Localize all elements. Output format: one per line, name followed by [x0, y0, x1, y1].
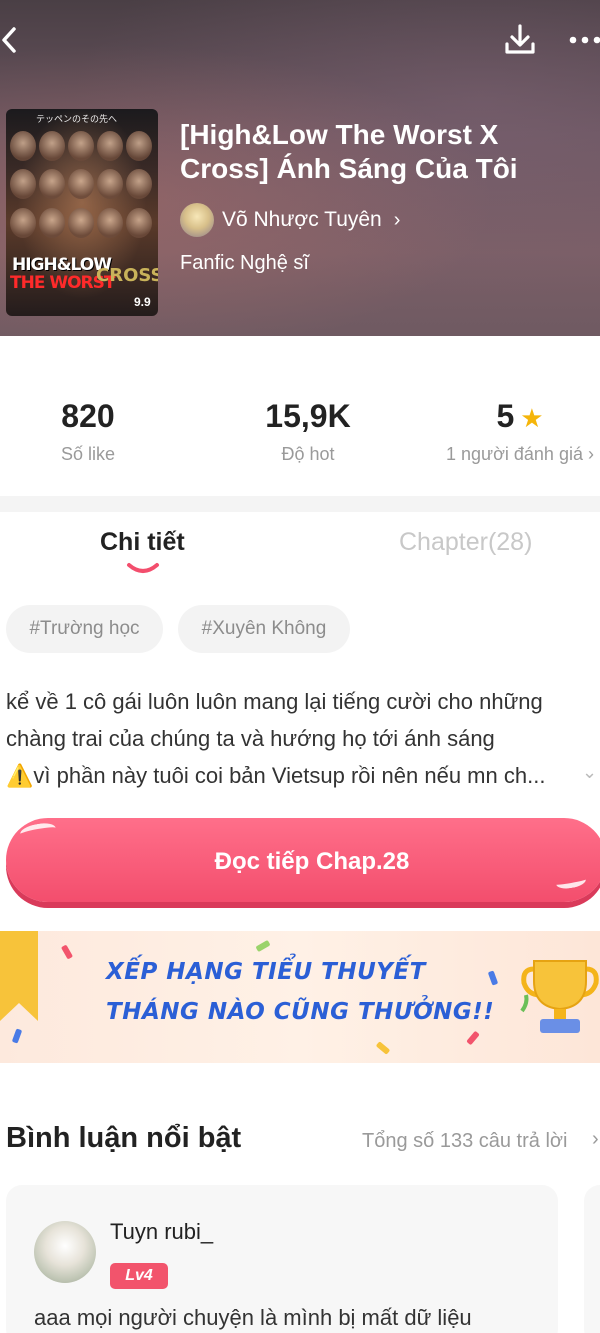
book-header: テッペンのその先へ HIGH&LOW THE WORST CROSS 9.9 [… [0, 0, 600, 336]
expand-chevron-icon[interactable]: ⌄ [582, 762, 597, 783]
commenter-avatar[interactable] [34, 1221, 96, 1283]
comment-text: aaa mọi người chuyện là mình bị mất dữ l… [34, 1305, 472, 1330]
tag-chip[interactable]: #Xuyên Không [178, 605, 350, 653]
tab-active-indicator [127, 563, 159, 573]
stat-rating-value: 5 [496, 398, 515, 434]
stat-likes-value: 820 [61, 398, 115, 434]
cover-tagline: テッペンのその先へ [36, 114, 118, 124]
comment-card-next[interactable] [584, 1185, 600, 1333]
comments-total-link[interactable]: Tổng số 133 câu trả lời [362, 1130, 567, 1153]
stat-hot-label: Độ hot [281, 444, 335, 464]
chevron-right-icon: › [393, 208, 401, 231]
chevron-right-icon: › [587, 444, 594, 464]
book-description[interactable]: kể về 1 cô gái luôn luôn mang lại tiếng … [6, 683, 586, 794]
book-title: [High&Low The Worst X Cross] Ánh Sáng Củ… [180, 119, 518, 184]
cover-image[interactable]: テッペンのその先へ HIGH&LOW THE WORST CROSS 9.9 [6, 109, 158, 316]
tag-chip[interactable]: #Trường học [6, 605, 163, 653]
stat-hot-value: 15,9K [265, 398, 351, 434]
stat-rating-label: 1 người đánh giá [446, 444, 583, 464]
book-genre: Fanfic Nghệ sĩ [180, 252, 309, 274]
comments-section-title: Bình luận nổi bật [6, 1122, 242, 1154]
cover-logo-line3: CROSS [96, 265, 158, 286]
chevron-right-icon[interactable]: › [592, 1128, 599, 1151]
author-name: Võ Nhược Tuyên [222, 208, 382, 231]
description-line: chàng trai của chúng ta và hướng họ tới … [6, 726, 495, 751]
more-icon [569, 36, 600, 44]
ribbon-icon [0, 931, 38, 1021]
stat-rating-value-row: 5 ★ [440, 396, 600, 436]
banner-line2: THÁNG NÀO CŨNG THƯỞNG!! [106, 999, 495, 1025]
commenter-name[interactable]: Tuyn rubi_ [110, 1219, 213, 1245]
tab-detail[interactable]: Chi tiết [100, 528, 185, 557]
stat-rating[interactable]: 5 ★ 1 người đánh giá › [440, 396, 600, 465]
continue-reading-label: Đọc tiếp Chap.28 [214, 848, 410, 875]
description-line: ⚠️vì phần này tuôi coi bản Vietsup rồi n… [6, 763, 546, 788]
stat-hot: 15,9K Độ hot [238, 396, 378, 465]
level-badge: Lv4 [110, 1263, 168, 1289]
star-icon: ★ [520, 403, 544, 433]
more-button[interactable] [562, 22, 600, 58]
banner-line1: XẾP HẠNG TIỂU THUYẾT [106, 959, 426, 985]
continue-reading-button[interactable]: Đọc tiếp Chap.28 [6, 818, 600, 902]
stat-likes-label: Số like [60, 444, 116, 464]
back-icon [2, 27, 16, 53]
stats-bar: 820 Số like 15,9K Độ hot 5 ★ 1 người đánh… [0, 336, 600, 496]
description-line: kể về 1 cô gái luôn luôn mang lại tiếng … [6, 689, 543, 714]
tab-chapter[interactable]: Chapter(28) [399, 528, 532, 557]
cover-cast-art [6, 127, 158, 247]
author-link[interactable]: Võ Nhược Tuyên › [180, 202, 400, 238]
stat-likes: 820 Số like [28, 396, 148, 465]
download-button[interactable] [500, 20, 540, 60]
back-button[interactable] [0, 22, 24, 58]
comment-card[interactable]: Tuyn rubi_ Lv4 aaa mọi người chuyện là m… [6, 1185, 558, 1333]
trophy-icon [520, 960, 599, 1033]
ranking-banner[interactable]: XẾP HẠNG TIỂU THUYẾT THÁNG NÀO CŨNG THƯỞ… [0, 931, 600, 1063]
section-divider [0, 496, 600, 512]
cover-release-date: 9.9 [134, 295, 151, 309]
download-icon [505, 24, 535, 54]
stat-rating-label-row: 1 người đánh giá › [440, 444, 600, 465]
author-avatar [180, 203, 214, 237]
